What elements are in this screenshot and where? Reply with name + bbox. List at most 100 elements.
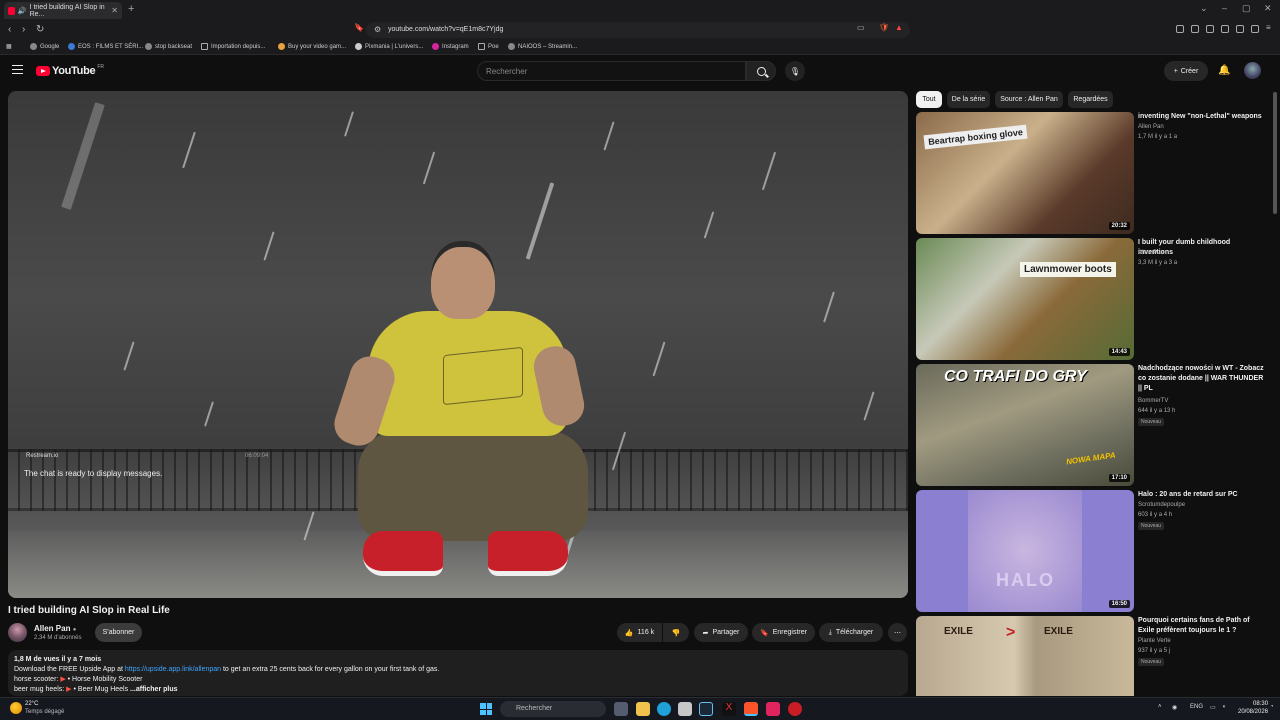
tab-list-icon[interactable]: ⌄ [1200, 3, 1208, 14]
recommendation-channel[interactable]: BommerTV [1138, 398, 1168, 404]
extensions-puzzle-icon[interactable] [1236, 25, 1244, 33]
bookmark-page-icon[interactable]: 🔖 [354, 23, 364, 32]
bookmark-stop-backseat[interactable]: stop backseat [145, 43, 192, 50]
create-button[interactable]: + Créer [1164, 61, 1208, 81]
store-icon[interactable] [678, 702, 692, 716]
brave-shields-icon[interactable]: 🛡 [879, 23, 889, 32]
menu-icon[interactable]: ≡ [1266, 23, 1271, 32]
extension-icon[interactable] [1176, 25, 1184, 33]
cast-icon[interactable]: ▭ [857, 23, 865, 32]
video-player[interactable]: Restream.io 06:09:04 The chat is ready t… [8, 91, 908, 598]
bookmark-pixmania[interactable]: Pixmania | L'univers... [355, 43, 423, 50]
weather-temp[interactable]: 22°C [25, 701, 38, 707]
chip-series[interactable]: De la série [947, 91, 990, 108]
taskbar-search-input[interactable]: Rechercher [500, 701, 606, 717]
thumbnail[interactable]: EXILE > EXILE [916, 616, 1134, 696]
search-input[interactable]: Rechercher [477, 61, 746, 81]
hamburger-menu-icon[interactable] [12, 65, 23, 74]
bookmark-google[interactable]: Google [30, 43, 59, 50]
thumbnail[interactable]: HALO 16:50 [916, 490, 1134, 612]
channel-avatar[interactable] [8, 623, 27, 642]
maximize-button[interactable]: ▢ [1242, 3, 1251, 14]
download-button[interactable]: ⤓ Télécharger [819, 623, 883, 642]
bookmark-instagram[interactable]: Instagram [432, 43, 469, 50]
close-tab-icon[interactable]: ✕ [111, 6, 118, 15]
notification-icon[interactable]: ◔ [1270, 704, 1274, 710]
channel-name[interactable]: Allen Pan ● [34, 624, 76, 633]
recommendation-title[interactable]: inventing New "non-Lethal" weapons [1138, 112, 1264, 122]
close-window-button[interactable]: ✕ [1264, 3, 1272, 14]
youtube-logo[interactable]: YouTube FR [36, 64, 104, 77]
address-bar[interactable]: ⚙ youtube.com/watch?v=qE1m8c7Yjdg [366, 22, 910, 38]
thumbnail[interactable]: Lawnmower boots 14:43 [916, 238, 1134, 360]
thumbnail[interactable]: CO TRAFI DO GRY NOWA MAPA 17:10 [916, 364, 1134, 486]
recommendation-item[interactable]: Beartrap boxing glove 20:32 inventing Ne… [916, 112, 1276, 234]
reload-icon[interactable]: ↻ [36, 24, 44, 35]
recommendation-item[interactable]: EXILE > EXILE Pourquoi certains fans de … [916, 616, 1276, 696]
tiktok-icon[interactable] [766, 702, 780, 716]
recommendation-title[interactable]: Pourquoi certains fans de Path of Exile … [1138, 616, 1264, 636]
save-button[interactable]: 🔖 Enregistrer [752, 623, 815, 642]
recommendation-item[interactable]: CO TRAFI DO GRY NOWA MAPA 17:10 Nadchodz… [916, 364, 1276, 486]
task-view-icon[interactable] [614, 702, 628, 716]
recommendation-channel[interactable]: Plante Verte [1138, 638, 1171, 644]
file-explorer-icon[interactable] [636, 702, 650, 716]
recommendation-title[interactable]: Nadchodzące nowości w WT - Zobacz co zos… [1138, 364, 1264, 394]
bookmark-poe[interactable]: Poe [478, 43, 499, 50]
recommendation-title[interactable]: Halo : 20 ans de retard sur PC [1138, 490, 1264, 500]
recommendation-channel[interactable]: Allen Pan [1138, 250, 1164, 256]
thumbnail[interactable]: Beartrap boxing glove 20:32 [916, 112, 1134, 234]
x-app-icon[interactable]: X [722, 702, 736, 716]
vpn-icon[interactable] [1251, 25, 1259, 33]
video-description[interactable]: 1,8 M de vues il y a 7 mois Download the… [8, 650, 908, 696]
app-icon[interactable] [788, 702, 802, 716]
account-avatar[interactable] [1244, 62, 1261, 79]
bookmark-eos[interactable]: EOS : FILMS ET SÉRI... [68, 43, 143, 50]
show-more-link[interactable]: ...afficher plus [130, 686, 177, 693]
subscribe-button[interactable]: S'abonner [95, 623, 142, 642]
minimize-button[interactable]: – [1222, 3, 1227, 13]
recommendation-item[interactable]: HALO 16:50 Halo : 20 ans de retard sur P… [916, 490, 1276, 612]
bookmark-import[interactable]: Importation depuis... [201, 43, 265, 50]
search-button[interactable] [746, 61, 776, 81]
volume-icon[interactable]: ◖ [1222, 704, 1226, 710]
weather-sun-icon[interactable] [10, 702, 22, 714]
back-icon[interactable]: ‹ [8, 24, 11, 35]
sidebar-icon[interactable] [1206, 25, 1214, 33]
music-icon[interactable] [1191, 25, 1199, 33]
more-actions-button[interactable]: ⋯ [888, 623, 907, 642]
language-indicator[interactable]: ENG [1190, 704, 1203, 710]
bookmark-buy-games[interactable]: Buy your video gam... [278, 43, 346, 50]
like-button[interactable]: 👍 116 k [617, 623, 662, 642]
recommendation-channel[interactable]: Scrotumdepoulpe [1138, 502, 1185, 508]
forward-icon[interactable]: › [22, 24, 25, 35]
weather-desc[interactable]: Temps dégagé [25, 709, 64, 715]
tray-chevron-icon[interactable]: ˄ [1158, 704, 1162, 710]
new-tab-button[interactable]: + [128, 3, 134, 15]
network-icon[interactable]: ▭ [1210, 704, 1216, 711]
notifications-bell-icon[interactable]: 🔔 [1218, 65, 1230, 76]
voice-search-button[interactable]: 🎙 [785, 61, 805, 81]
chip-watched[interactable]: Regardées [1068, 91, 1113, 108]
clock[interactable]: 08:30 20/08/2026 [1238, 700, 1268, 716]
recommendation-item[interactable]: Lawnmower boots 14:43 I built your dumb … [916, 238, 1276, 360]
steam-icon[interactable] [699, 702, 713, 716]
beer-mug-link[interactable]: • Beer Mug Heels [74, 686, 129, 693]
share-button[interactable]: ➦ Partager [694, 623, 748, 642]
edge-icon[interactable] [657, 702, 671, 716]
windows-start-icon[interactable] [480, 703, 492, 715]
upside-link[interactable]: https://upside.app.link/allenpan [125, 666, 221, 673]
site-info-icon[interactable]: ⚙ [374, 25, 381, 34]
reading-list-icon[interactable] [1221, 25, 1229, 33]
brave-rewards-icon[interactable]: ▲ [895, 23, 903, 32]
speaker-icon[interactable]: 🔊 [18, 7, 27, 15]
dislike-button[interactable]: 👎 [663, 623, 689, 642]
bookmark-naioos[interactable]: NAIOOS – Streamin... [508, 43, 577, 50]
recommendation-channel[interactable]: Allen Pan [1138, 124, 1164, 130]
horse-scooter-link[interactable]: • Horse Mobility Scooter [68, 676, 143, 683]
apps-grid-icon[interactable]: ▦ [6, 43, 12, 50]
brave-browser-icon[interactable] [744, 702, 758, 716]
chip-all[interactable]: Tout [916, 91, 942, 108]
location-icon[interactable]: ◉ [1172, 704, 1177, 711]
chip-source[interactable]: Source : Allen Pan [995, 91, 1063, 108]
